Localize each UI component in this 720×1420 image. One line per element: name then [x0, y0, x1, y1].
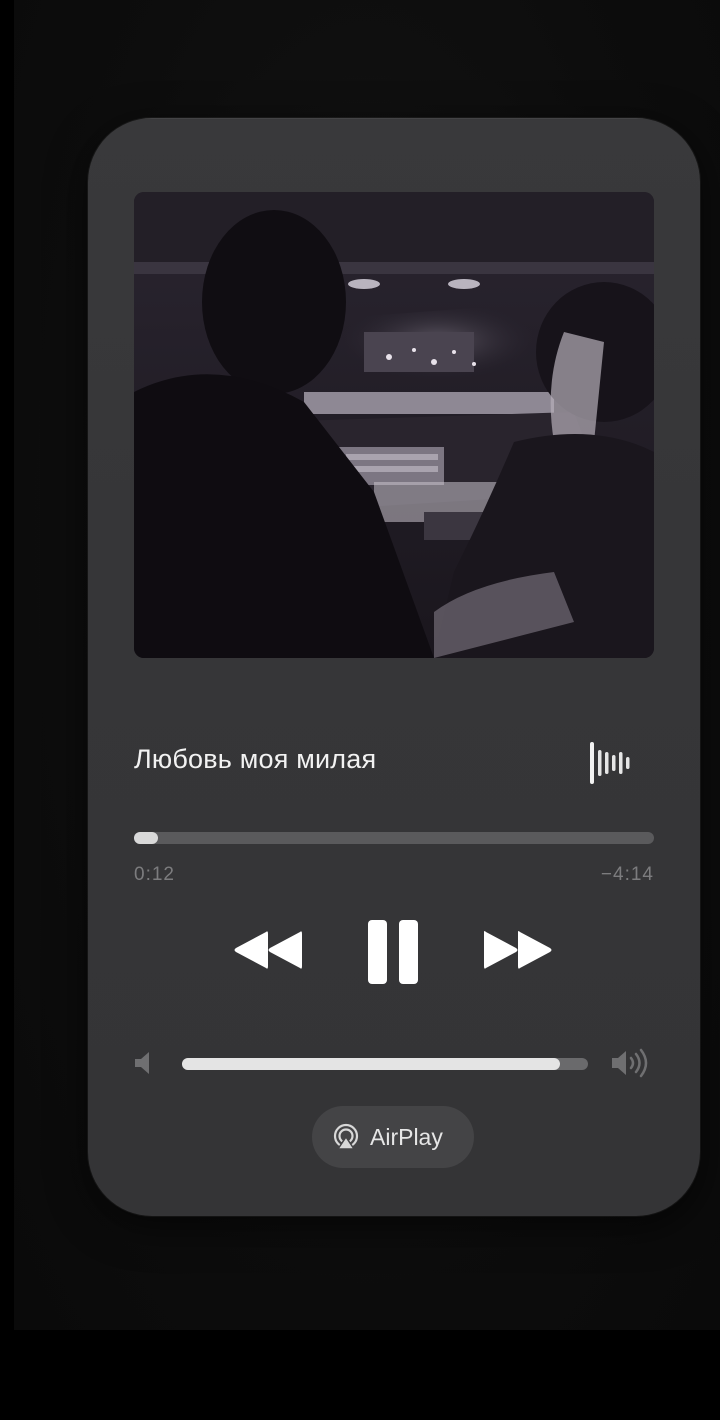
album-artwork — [134, 192, 654, 658]
now-playing-card: Любовь моя милая 0:12 −4:14 AirPlay — [88, 118, 700, 1216]
rewind-button[interactable] — [232, 926, 304, 974]
fast-forward-button[interactable] — [482, 926, 554, 974]
progress-track — [134, 832, 654, 844]
remaining-time: −4:14 — [600, 864, 654, 885]
volume-min-button[interactable] — [132, 1048, 158, 1078]
elapsed-time: 0:12 — [134, 864, 175, 885]
pause-icon — [368, 920, 418, 984]
speaker-high-icon — [612, 1048, 648, 1078]
volume-fill — [182, 1058, 560, 1070]
screen: Любовь моя милая 0:12 −4:14 AirPlay — [0, 0, 720, 1420]
progress-fill — [134, 832, 158, 844]
waveform-button[interactable] — [588, 740, 636, 786]
pause-button[interactable] — [366, 918, 420, 986]
speaker-low-icon — [135, 1052, 149, 1074]
airplay-label: AirPlay — [370, 1124, 443, 1150]
airplay-icon — [333, 1123, 359, 1150]
volume-max-button[interactable] — [610, 1046, 652, 1080]
fast-forward-icon — [484, 931, 552, 969]
track-title: Любовь моя милая — [134, 744, 377, 774]
volume-slider[interactable] — [182, 1056, 588, 1072]
airplay-button[interactable]: AirPlay — [312, 1106, 474, 1168]
playback-progress-slider[interactable] — [134, 830, 654, 846]
waveform-icon — [590, 742, 630, 784]
rewind-icon — [234, 931, 302, 969]
